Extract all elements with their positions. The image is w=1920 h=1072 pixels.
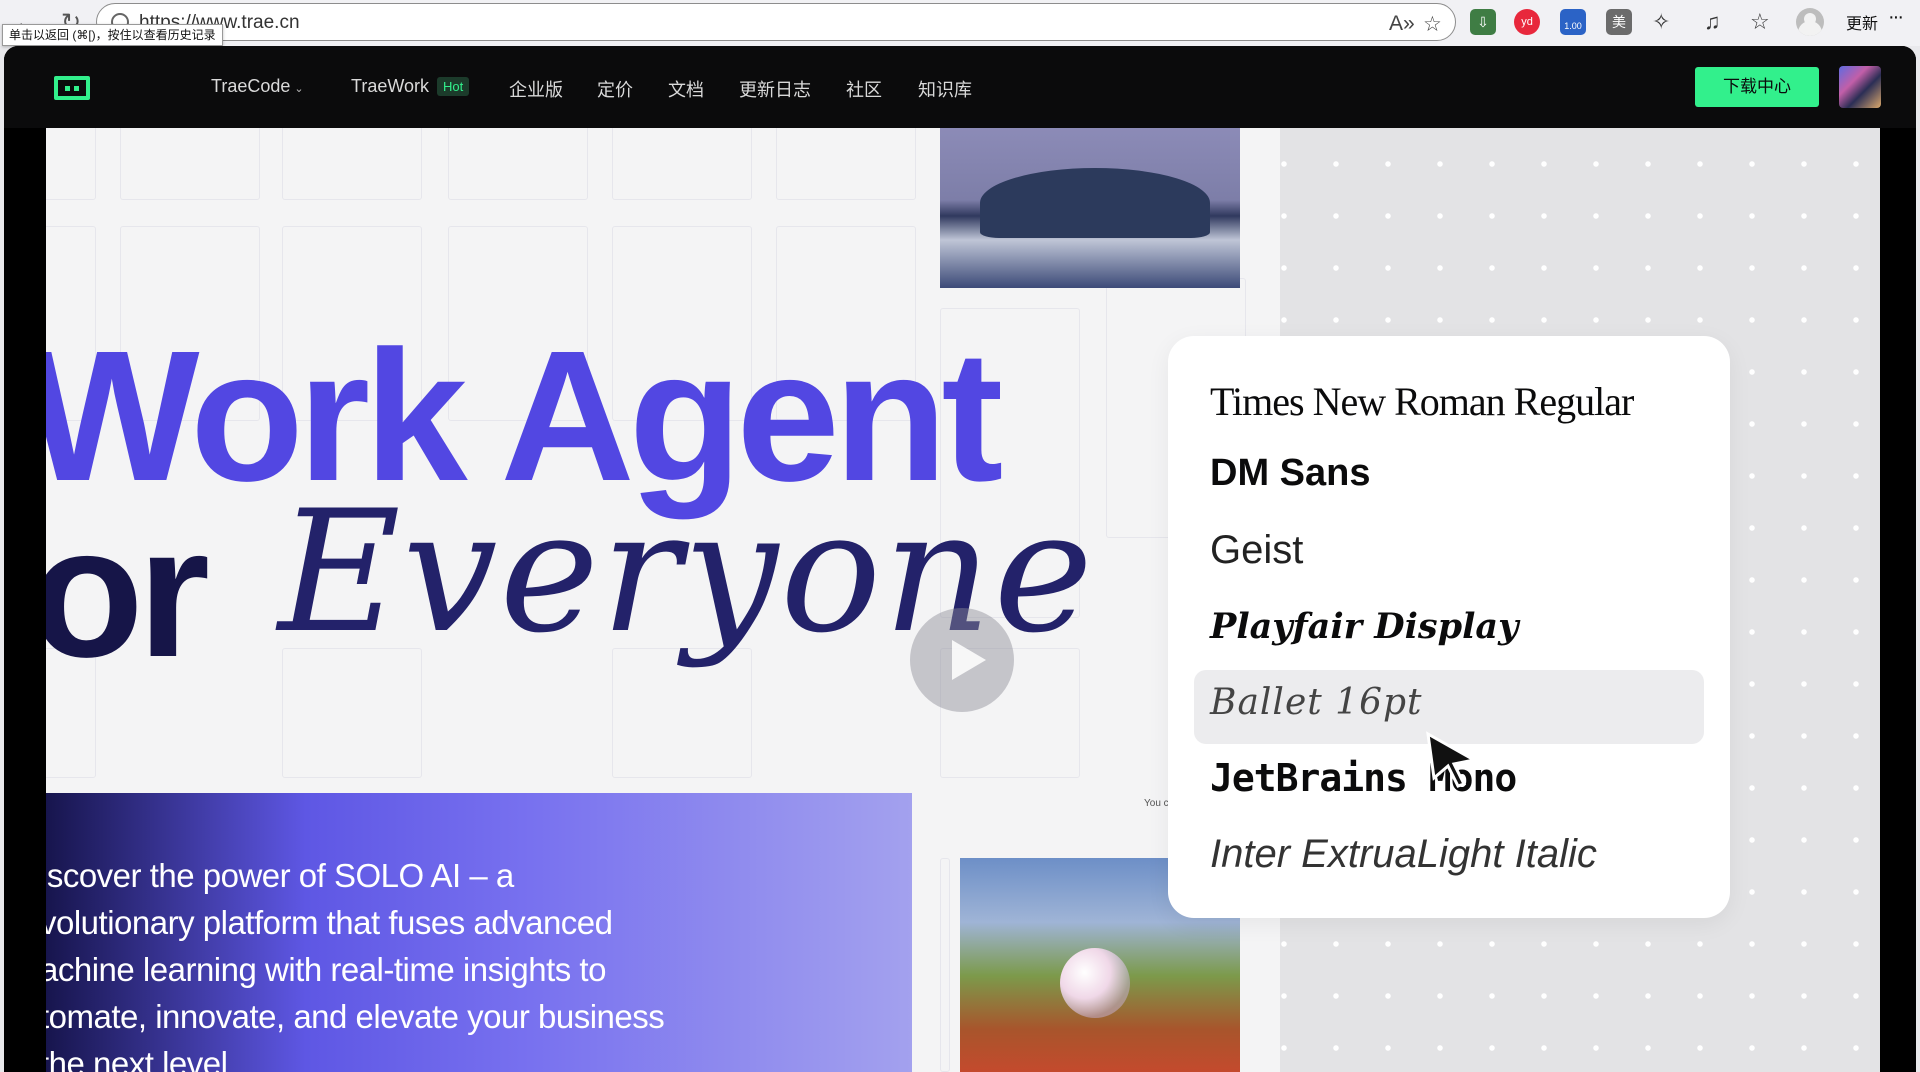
nav-knowledge[interactable]: 知识库 bbox=[918, 76, 972, 102]
nav-pricing[interactable]: 定价 bbox=[597, 76, 633, 102]
nav-docs[interactable]: 文档 bbox=[668, 76, 704, 102]
mei-extension-icon[interactable]: 美 bbox=[1606, 9, 1632, 35]
media-control-icon[interactable]: ♫ bbox=[1704, 9, 1721, 35]
read-aloud-icon[interactable]: A» bbox=[1389, 12, 1415, 36]
font-picker-card: Times New Roman Regular DM Sans Geist Pl… bbox=[1168, 336, 1730, 918]
address-bar[interactable]: https://www.trae.cn A» ☆ bbox=[96, 3, 1456, 41]
favorites-icon[interactable]: ☆ bbox=[1750, 9, 1770, 35]
grid-cell bbox=[940, 858, 950, 1072]
grid-cell bbox=[776, 128, 916, 200]
profile-avatar-icon[interactable] bbox=[1796, 8, 1824, 36]
counter-extension-icon[interactable]: 1.00 bbox=[1560, 9, 1586, 35]
hot-badge: Hot bbox=[437, 77, 470, 96]
font-option[interactable]: DM Sans bbox=[1210, 452, 1370, 495]
description-banner: iscover the power of SOLO AI – a volutio… bbox=[46, 793, 912, 1072]
font-option[interactable]: Geist bbox=[1210, 528, 1303, 573]
font-option-selected[interactable]: Ballet 16pt bbox=[1210, 682, 1422, 723]
browser-toolbar: ← ↻ https://www.trae.cn A» ☆ ⇩ yd 1.00 美… bbox=[0, 0, 1920, 46]
favorite-star-icon[interactable]: ☆ bbox=[1423, 12, 1442, 37]
download-center-button[interactable]: 下载中心 bbox=[1695, 67, 1819, 107]
page-viewport: TraeCode ⌄ TraeWork Hot 企业版 定价 文档 更新日志 社区 … bbox=[4, 46, 1916, 1072]
font-option[interactable]: Playfair Display bbox=[1210, 606, 1518, 647]
download-extension-icon[interactable]: ⇩ bbox=[1470, 9, 1496, 35]
site-header: TraeCode ⌄ TraeWork Hot 企业版 定价 文档 更新日志 社区 … bbox=[4, 46, 1916, 128]
mouse-pointer-icon bbox=[1426, 731, 1479, 788]
hero-title-line2: or bbox=[46, 489, 210, 696]
grid-cell bbox=[46, 128, 96, 200]
grid-cell bbox=[448, 128, 588, 200]
grid-cell bbox=[120, 128, 260, 200]
chevron-down-icon: ⌄ bbox=[294, 83, 304, 95]
more-menu-icon[interactable]: ··· bbox=[1888, 6, 1904, 29]
nav-traecode[interactable]: TraeCode ⌄ bbox=[211, 76, 304, 97]
nav-traecode-label: TraeCode bbox=[211, 76, 291, 96]
nav-community[interactable]: 社区 bbox=[846, 76, 882, 102]
font-option[interactable]: Times New Roman Regular bbox=[1210, 378, 1634, 425]
grid-cell bbox=[612, 128, 752, 200]
font-option[interactable]: Inter ExtruaLight Italic bbox=[1210, 832, 1597, 877]
grid-cell bbox=[282, 128, 422, 200]
nav-traework[interactable]: TraeWork Hot bbox=[351, 76, 470, 97]
hero-section: Work Agent or Everyone You c iscover the… bbox=[46, 128, 1880, 1072]
puzzle-extensions-icon[interactable]: ✧ bbox=[1652, 9, 1670, 35]
description-line: tomate, innovate, and elevate your busin… bbox=[46, 998, 665, 1035]
small-caption: You c bbox=[1144, 798, 1169, 809]
description-line: iscover the power of SOLO AI – a bbox=[46, 857, 514, 894]
trae-logo-icon[interactable] bbox=[54, 76, 90, 100]
play-video-button[interactable] bbox=[910, 608, 1014, 712]
description-line: achine learning with real-time insights … bbox=[46, 951, 606, 988]
description-line: volutionary platform that fuses advanced bbox=[46, 904, 613, 941]
landscape-image bbox=[940, 128, 1240, 288]
youdao-extension-icon[interactable]: yd bbox=[1514, 9, 1540, 35]
nav-enterprise[interactable]: 企业版 bbox=[509, 76, 563, 102]
user-avatar[interactable] bbox=[1839, 66, 1881, 108]
update-button[interactable]: 更新 bbox=[1846, 10, 1878, 34]
description-line: the next level bbox=[46, 1045, 228, 1072]
nav-changelog[interactable]: 更新日志 bbox=[739, 76, 811, 102]
nav-traework-label: TraeWork bbox=[351, 76, 430, 96]
back-tooltip: 单击以返回 (⌘[)，按住以查看历史记录 bbox=[2, 24, 223, 46]
